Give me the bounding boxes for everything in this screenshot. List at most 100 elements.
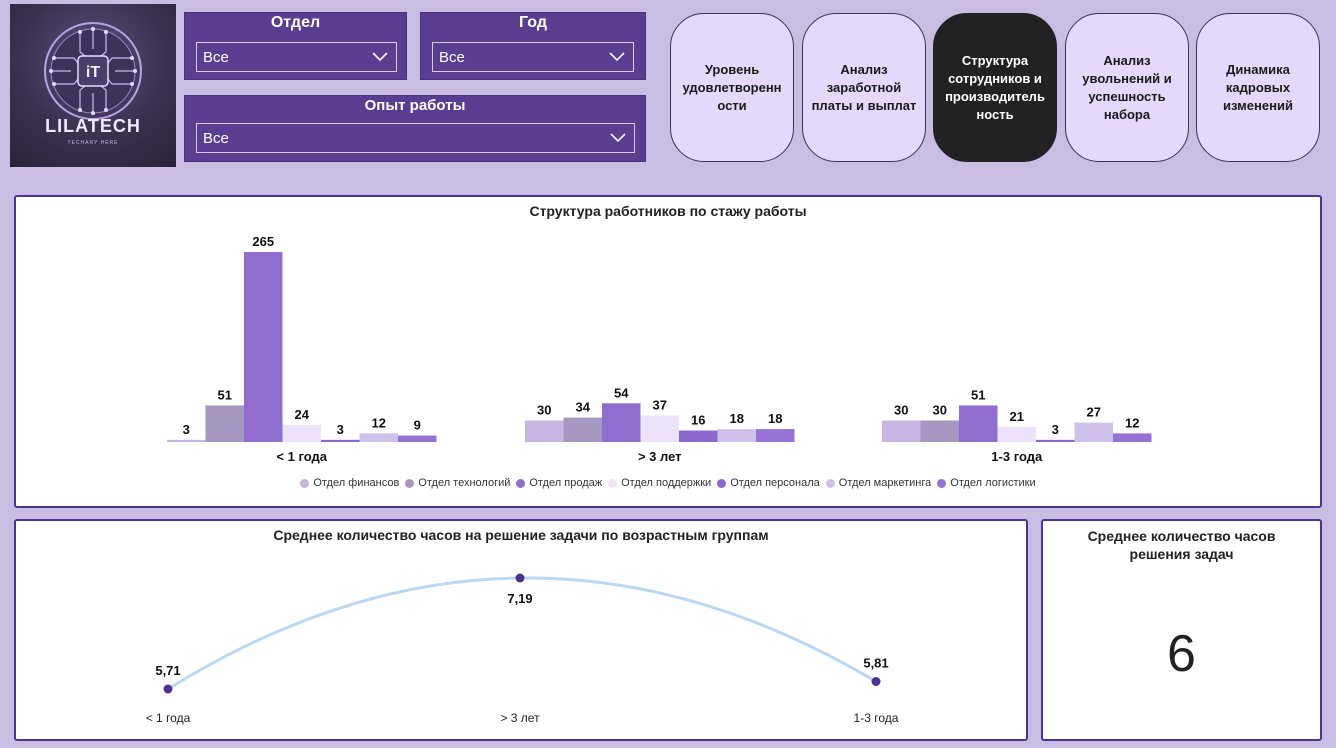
bar-data-label: 12 xyxy=(1125,415,1139,430)
bar-data-label: 51 xyxy=(218,387,232,402)
bar-data-label: 21 xyxy=(1010,409,1024,424)
nav-button-label: Анализ увольнений и успешность набора xyxy=(1082,52,1172,122)
bar-data-label: 3 xyxy=(1052,422,1059,437)
legend-item[interactable]: Отдел продаж xyxy=(516,477,602,489)
bar xyxy=(679,430,718,442)
kpi-value: 6 xyxy=(1167,625,1196,683)
nav-button-label: Структура сотрудников и производитель но… xyxy=(945,52,1045,122)
bar-data-label: 3 xyxy=(337,422,344,437)
legend-item[interactable]: Отдел поддержки xyxy=(608,477,711,489)
bar xyxy=(167,439,206,442)
bar-data-label: 54 xyxy=(614,385,629,400)
bar-data-label: 16 xyxy=(691,413,705,428)
bar xyxy=(359,433,398,442)
chevron-down-icon xyxy=(610,133,626,143)
legend-label: Отдел финансов xyxy=(313,477,400,489)
chevron-down-icon xyxy=(372,52,388,62)
experience-select-value: Все xyxy=(203,129,229,147)
x-tick-label: < 1 года xyxy=(146,711,191,725)
bar xyxy=(398,435,437,442)
bar-data-label: 30 xyxy=(894,402,908,417)
legend-swatch xyxy=(937,478,947,488)
bar xyxy=(717,429,756,442)
nav-salary-button[interactable]: Анализ заработной платы и выплат xyxy=(802,13,926,162)
bar-data-label: 12 xyxy=(372,415,386,430)
nav-turnover-button[interactable]: Анализ увольнений и успешность набора xyxy=(1065,13,1189,162)
x-tick-label: > 3 лет xyxy=(500,711,540,725)
bar xyxy=(525,420,564,442)
year-select-value: Все xyxy=(439,48,465,66)
experience-filter: Опыт работы Все xyxy=(184,95,646,162)
bar-data-label: 24 xyxy=(295,407,310,422)
year-filter-title: Год xyxy=(519,14,547,31)
department-filter-title: Отдел xyxy=(270,14,321,31)
bar xyxy=(563,417,602,442)
bar xyxy=(882,420,921,442)
legend-item[interactable]: Отдел персонала xyxy=(717,477,820,489)
legend-label: Отдел продаж xyxy=(529,477,603,489)
legend-item[interactable]: Отдел финансов xyxy=(300,477,399,489)
department-filter: Отдел Все xyxy=(184,12,407,80)
point-data-label: 5,81 xyxy=(863,656,888,671)
legend-swatch xyxy=(300,478,310,488)
point-data-label: 5,71 xyxy=(155,663,180,678)
data-point xyxy=(515,573,525,583)
bar-data-label: 265 xyxy=(252,234,274,249)
bar-data-label: 30 xyxy=(933,402,947,417)
experience-structure-card: Структура работников по стажу работы 3 51… xyxy=(14,195,1322,508)
category-label: < 1 года xyxy=(276,449,327,464)
category-label: 1-3 года xyxy=(991,449,1043,464)
nav-button-label: Уровень удовлетворенн ости xyxy=(682,61,782,113)
bar xyxy=(959,405,998,442)
bar xyxy=(205,405,244,442)
legend-swatch xyxy=(825,478,835,488)
experience-filter-title: Опыт работы xyxy=(364,97,466,114)
bar-data-label: 9 xyxy=(414,418,421,433)
line-chart: 5,71 < 1 года 7,19 > 3 лет 5,81 1-3 года xyxy=(146,573,899,725)
bar xyxy=(1074,422,1113,442)
data-point xyxy=(871,677,881,686)
logo-tagline: TECHARY HERE xyxy=(67,140,119,146)
point-data-label: 7,19 xyxy=(507,591,532,606)
company-logo: iT LILATECH TECHARY HERE xyxy=(10,4,176,167)
bar xyxy=(602,403,641,442)
nav-satisfaction-button[interactable]: Уровень удовлетворенн ости xyxy=(670,13,794,162)
x-tick-label: 1-3 года xyxy=(854,711,899,725)
nav-structure-button[interactable]: Структура сотрудников и производитель но… xyxy=(933,13,1057,162)
bar xyxy=(321,439,360,442)
bar-chart-legend: Отдел финансов Отдел технологий Отдел прод… xyxy=(16,477,1320,489)
nav-button-label: Анализ заработной платы и выплат xyxy=(811,61,917,113)
legend-label: Отдел логистики xyxy=(950,477,1036,489)
bar-data-label: 18 xyxy=(768,411,782,426)
bar-data-label: 27 xyxy=(1087,405,1101,420)
bar-data-label: 37 xyxy=(653,397,667,412)
legend-item[interactable]: Отдел технологий xyxy=(405,477,510,489)
year-select[interactable]: Все xyxy=(432,42,634,72)
category-label: > 3 лет xyxy=(638,449,682,464)
bar-chart: 3 51 265 24 3 12 9 < 1 года 30 34 54 37 16 18 18 > 3 ле… xyxy=(167,234,1152,464)
hours-by-age-card: Среднее количество часов на решение зада… xyxy=(14,519,1028,741)
department-select[interactable]: Все xyxy=(196,42,397,72)
bar-data-label: 3 xyxy=(183,422,190,437)
legend-swatch xyxy=(516,478,526,488)
bar-data-label: 18 xyxy=(730,411,744,426)
legend-label: Отдел технологий xyxy=(418,477,511,489)
experience-select[interactable]: Все xyxy=(196,123,635,153)
department-select-value: Все xyxy=(203,48,229,66)
legend-item[interactable]: Отдел логистики xyxy=(937,477,1036,489)
legend-label: Отдел поддержки xyxy=(621,477,712,489)
nav-dynamics-button[interactable]: Динамика кадровых изменений xyxy=(1196,13,1320,162)
bar-data-label: 51 xyxy=(971,387,985,402)
bar xyxy=(1113,433,1152,442)
avg-hours-kpi-card: Среднее количество часов решения задач 6 xyxy=(1041,519,1322,741)
legend-label: Отдел маркетинга xyxy=(838,477,932,489)
bar-data-label: 30 xyxy=(537,402,551,417)
legend-item[interactable]: Отдел маркетинга xyxy=(825,477,932,489)
kpi-title: Среднее количество часов решения задач xyxy=(1087,528,1276,562)
year-filter: Год Все xyxy=(420,12,646,80)
logo-name: LILATECH xyxy=(45,116,141,136)
legend-swatch xyxy=(717,478,727,488)
legend-label: Отдел персонала xyxy=(730,477,820,489)
data-point xyxy=(163,684,173,694)
bar xyxy=(920,420,959,442)
